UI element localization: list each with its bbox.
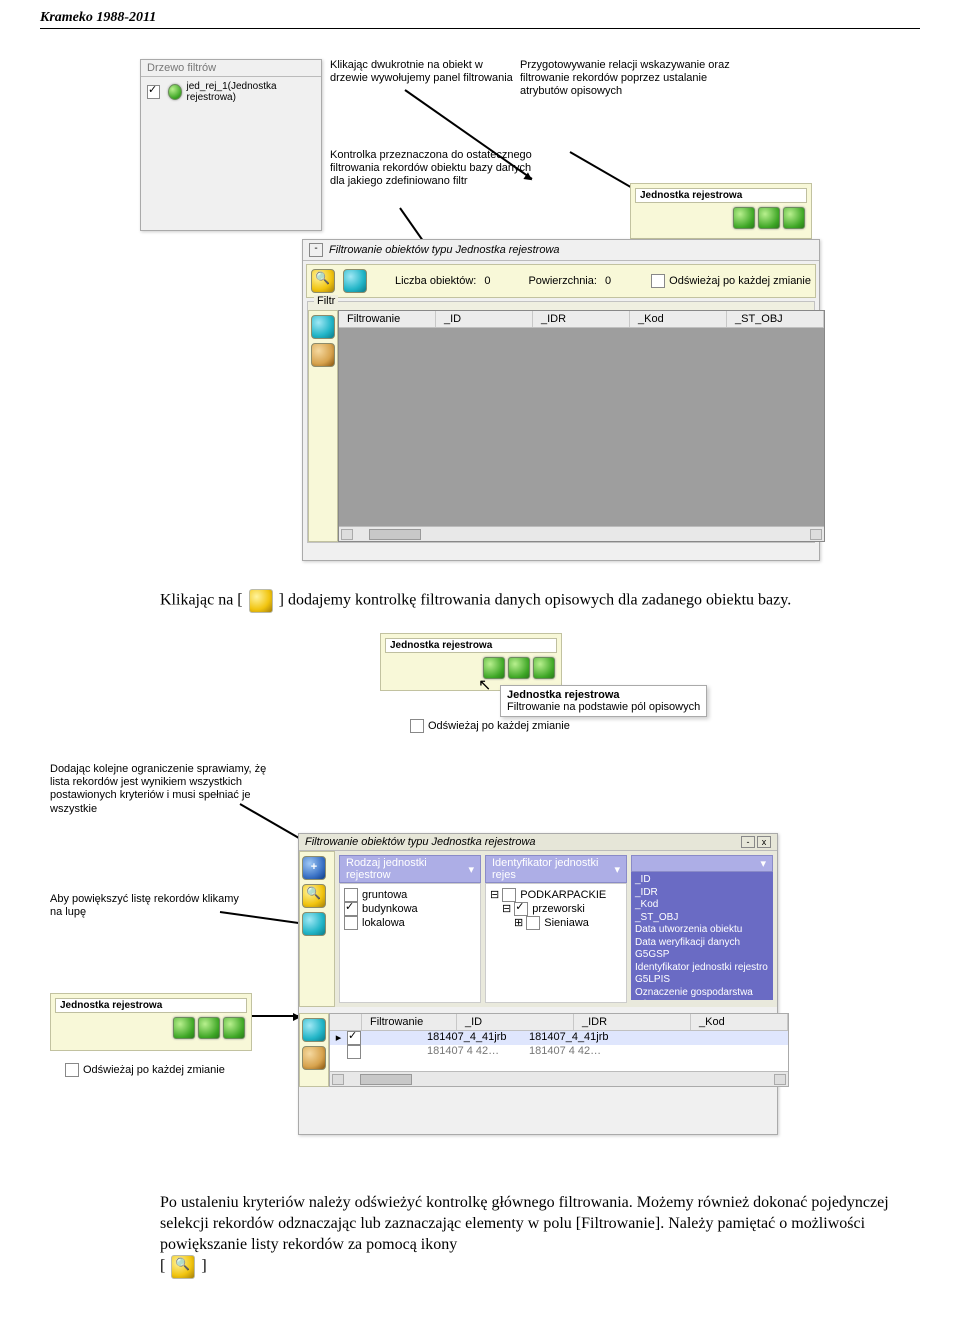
jr3-button-2[interactable] [198,1017,220,1039]
jr-button-3[interactable] [783,207,805,229]
opt-lokalowa[interactable]: lokalowa [362,917,405,929]
refresh-button[interactable] [343,269,367,293]
close-button[interactable]: x [757,836,771,848]
add-filter-button[interactable]: + [302,856,326,880]
opt-lokalowa-cb[interactable] [344,916,358,930]
magnifier-button[interactable] [311,269,335,293]
jr3-button-1[interactable] [173,1017,195,1039]
refresh-each-change-label-2: Odświeżaj po każdej zmianie [428,720,570,732]
obj-count-value: 0 [484,275,490,287]
horizontal-scrollbar[interactable] [339,526,824,541]
chevron-down-icon: ▾ [760,857,766,870]
tree-podkarpackie-cb[interactable] [502,888,516,902]
magnifier-button-2[interactable] [302,884,326,908]
refresh-each-change-label-3: Odświeżaj po każdej zmianie [83,1064,225,1076]
horizontal-scrollbar-2[interactable] [330,1071,788,1086]
obj-count-label: Liczba obiektów: [395,275,476,287]
filter-panel-title: Filtrowanie obiektów typu Jednostka reje… [329,244,560,256]
dropdown-right[interactable]: ▾ [631,855,773,872]
jr3-button-3[interactable] [223,1017,245,1039]
figure-1: Drzewo filtrów jed_rej_1(Jednostka rejes… [140,59,820,559]
body-paragraph-2: Po ustaleniu kryteriów należy odświeżyć … [160,1193,890,1279]
filter-group-label: Filtr [314,295,338,307]
opt-budynkowa[interactable]: budynkowa [362,903,418,915]
row2-id: 181407 4 42… [427,1045,529,1059]
chevron-down-icon: ▾ [468,863,474,876]
jr3-group-title: Jednostka rejestrowa [55,998,247,1013]
tree-groupbox: Drzewo filtrów [141,60,321,77]
annotation-5: Aby powiększyć listę rekordów klikamy na… [50,893,250,919]
field-list[interactable]: _ID _IDR _Kod _ST_OBJ Data utworzenia ob… [631,872,773,1000]
grid-header: Filtrowanie _ID _IDR _Kod _ST_OBJ [339,311,824,328]
tree-item-checkbox[interactable] [147,85,160,99]
min-button[interactable]: - [741,836,755,848]
grid2-header: Filtrowanie _ID _IDR _Kod [330,1014,788,1031]
jr2-button-3[interactable] [533,657,555,679]
jr-group-title-2: Jednostka rejestrowa [385,638,557,653]
figure-2: Jednostka rejestrowa ↖ Jednostka rejestr… [210,633,890,733]
row2-idr: 181407 4 42… [529,1045,631,1059]
dropdown-rodzaj[interactable]: Rodzaj jednostki rejestrow▾ [339,855,481,883]
inline-magnifier-icon [171,1255,195,1279]
tree-sieniawa[interactable]: Sieniawa [544,917,589,929]
opt-gruntowa[interactable]: gruntowa [362,889,407,901]
grid2-lock-button[interactable] [302,1046,326,1070]
jr-button-2[interactable] [758,207,780,229]
figure-3: Dodając kolejne ograniczenie sprawiamy, … [50,763,890,1163]
annotation-4: Dodając kolejne ograniczenie sprawiamy, … [50,763,270,816]
inline-green-stripes-icon [249,589,273,613]
row2-filter-cb[interactable] [347,1045,361,1059]
grid-lock-button[interactable] [311,343,335,367]
cursor-icon: ↖ [478,675,491,695]
annotation-2: Przygotowywanie relacji wskazywanie oraz… [520,59,750,99]
annotation-1: Klikając dwukrotnie na obiekt w drzewie … [330,59,520,85]
tree-podkarpackie[interactable]: PODKARPACKIE [520,889,606,901]
page-header: Krameko 1988-2011 [40,10,920,29]
jr2-button-2[interactable] [508,657,530,679]
tree-przeworski-cb[interactable] [514,902,528,916]
row1-id: 181407_4_41jrb [427,1031,529,1045]
filter-panel-title-2: Filtrowanie obiektów typu Jednostka reje… [305,836,536,848]
refresh-each-change-label: Odświeżaj po każdej zmianie [669,275,811,287]
grid2-refresh-button[interactable] [302,1018,326,1042]
refresh-each-change-checkbox[interactable] [651,274,665,288]
row1-filter-cb[interactable] [347,1031,361,1045]
tree-sieniawa-cb[interactable] [526,916,540,930]
tree-node-icon [168,84,183,100]
jr-group-title: Jednostka rejestrowa [635,188,807,203]
tree-przeworski[interactable]: przeworski [532,903,585,915]
refresh-each-change-checkbox-3[interactable] [65,1063,79,1077]
dropdown-ident[interactable]: Identyfikator jednostki rejes▾ [485,855,627,883]
opt-gruntowa-cb[interactable] [344,888,358,902]
opt-budynkowa-cb[interactable] [344,902,358,916]
refresh-button-2[interactable] [302,912,326,936]
grid-refresh-button[interactable] [311,315,335,339]
chevron-down-icon: ▾ [614,863,620,876]
body-paragraph-1: Klikając na [ ] dodajemy kontrolkę filtr… [160,589,890,613]
area-value: 0 [605,275,611,287]
tree-item-label[interactable]: jed_rej_1(Jednostka rejestrowa) [186,81,315,103]
refresh-each-change-checkbox-2[interactable] [410,719,424,733]
row1-idr: 181407_4_41jrb [529,1031,631,1045]
area-label: Powierzchnia: [528,275,596,287]
jr-button-1[interactable] [733,207,755,229]
annotation-3: Kontrolka przeznaczona do ostatecznego f… [330,149,540,189]
tooltip-title: Jednostka rejestrowa [507,689,700,701]
tooltip-body: Filtrowanie na podstawie pól opisowych [507,701,700,713]
collapse-button[interactable]: - [309,243,323,257]
